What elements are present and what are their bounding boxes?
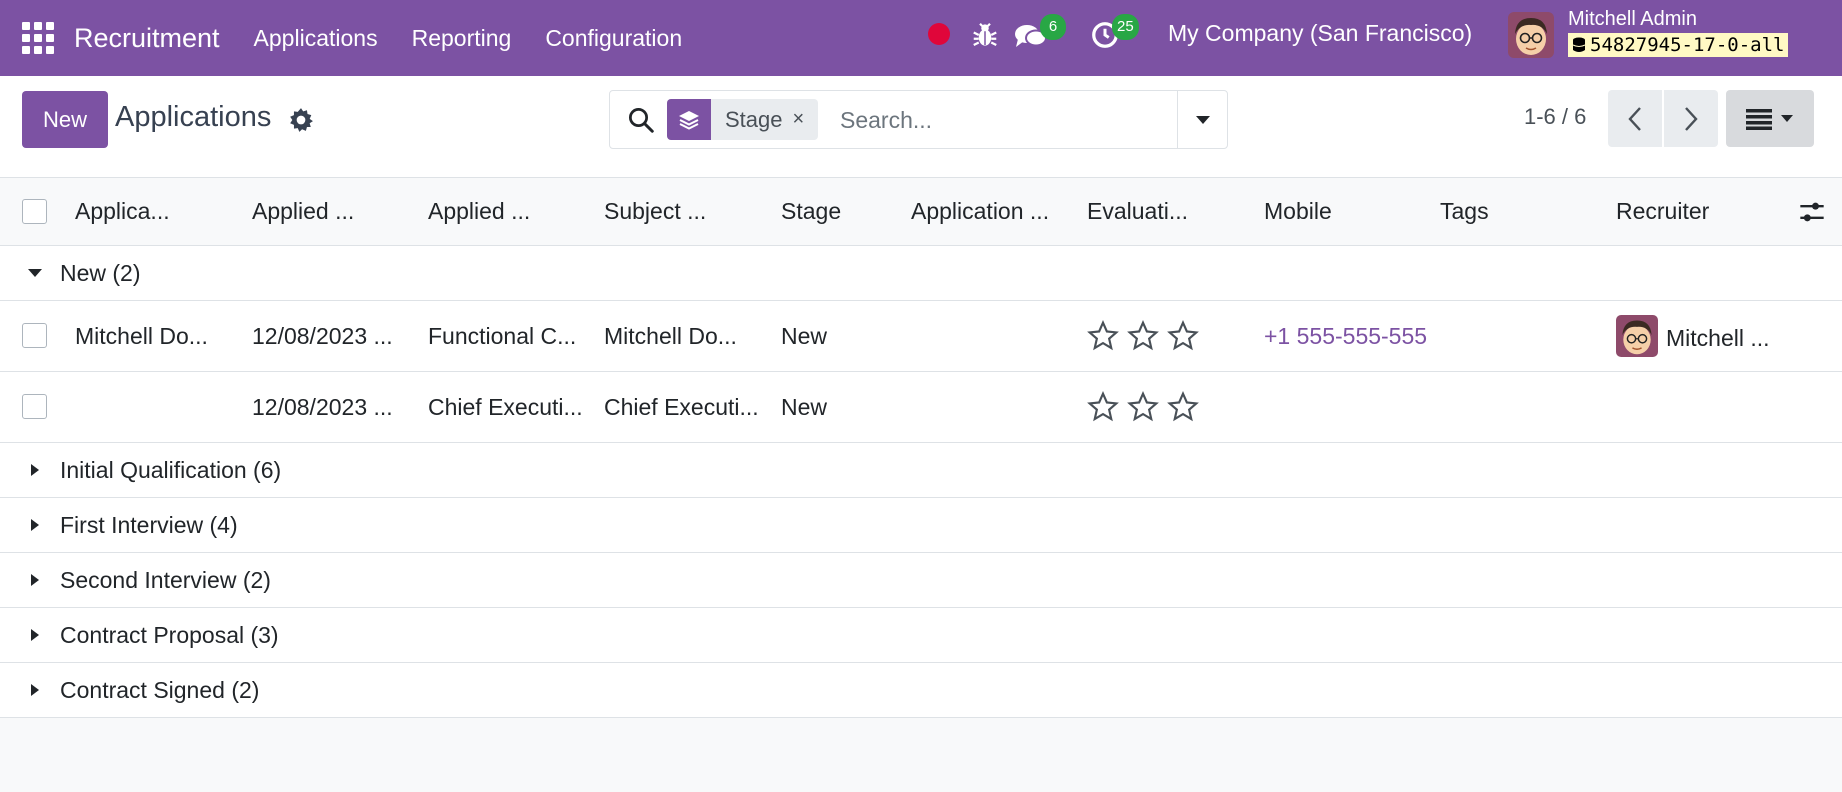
column-evaluation[interactable]: Evaluati...: [1087, 198, 1188, 225]
cell-applicant[interactable]: Mitchell Do...: [75, 323, 225, 350]
new-button[interactable]: New: [22, 91, 108, 148]
activities-count-badge: 25: [1112, 14, 1139, 40]
group-row[interactable]: Second Interview (2): [0, 553, 1842, 608]
group-label: Contract Proposal (3): [60, 622, 279, 648]
pager-next-button[interactable]: [1664, 90, 1718, 147]
evaluation-stars[interactable]: [1087, 320, 1199, 352]
group-row[interactable]: Contract Proposal (3): [0, 608, 1842, 663]
apps-menu-icon[interactable]: [22, 22, 54, 54]
column-applied-on[interactable]: Applied ...: [252, 198, 354, 225]
star-outline-icon[interactable]: [1087, 391, 1119, 423]
gear-icon[interactable]: [288, 107, 314, 133]
applications-list: Applica... Applied ... Applied ... Subje…: [0, 178, 1842, 718]
column-recruiter[interactable]: Recruiter: [1616, 198, 1709, 225]
user-avatar[interactable]: [1508, 12, 1554, 58]
groupby-facet[interactable]: Stage ×: [667, 99, 819, 140]
caret-right-icon: [31, 629, 39, 641]
search-options-toggle[interactable]: [1177, 91, 1227, 148]
column-applicant[interactable]: Applica...: [75, 198, 170, 225]
menu-applications[interactable]: Applications: [254, 25, 378, 52]
cell-applied-job[interactable]: Functional C...: [428, 323, 588, 350]
group-label: Second Interview (2): [60, 567, 271, 593]
cell-applied-on[interactable]: 12/08/2023 ...: [252, 323, 412, 350]
database-icon: [1572, 37, 1586, 52]
menu-reporting[interactable]: Reporting: [412, 25, 512, 52]
star-outline-icon[interactable]: [1087, 320, 1119, 352]
control-panel: New Applications Stage × Search... 1-6 /…: [0, 76, 1842, 178]
select-all-checkbox[interactable]: [22, 199, 47, 224]
cell-stage[interactable]: New: [781, 394, 827, 421]
caret-right-icon: [31, 574, 39, 586]
cell-subject[interactable]: Mitchell Do...: [604, 323, 764, 350]
top-navbar: Recruitment Applications Reporting Confi…: [0, 0, 1842, 76]
evaluation-stars[interactable]: [1087, 391, 1199, 423]
group-label: First Interview (4): [60, 512, 238, 538]
app-name[interactable]: Recruitment: [74, 23, 220, 54]
pager-value[interactable]: 1-6 / 6: [1524, 104, 1586, 130]
chevron-left-icon: [1628, 106, 1641, 131]
list-view-icon: [1746, 108, 1772, 130]
group-label: New (2): [60, 260, 141, 286]
facet-remove-icon[interactable]: ×: [793, 108, 819, 131]
empty-area: [0, 718, 1842, 792]
messages-count-badge: 6: [1040, 14, 1066, 40]
group-row[interactable]: Contract Signed (2): [0, 663, 1842, 718]
record-icon[interactable]: [928, 23, 950, 45]
cell-stage[interactable]: New: [781, 323, 827, 350]
search-bar: Stage ×: [609, 90, 1228, 149]
page-title: Applications: [115, 101, 272, 133]
column-tags[interactable]: Tags: [1440, 198, 1489, 225]
database-label: 54827945-17-0-all: [1590, 34, 1785, 56]
column-application-status[interactable]: Application ...: [911, 198, 1049, 225]
star-outline-icon[interactable]: [1127, 320, 1159, 352]
caret-down-icon: [28, 269, 42, 277]
row-checkbox[interactable]: [22, 394, 47, 419]
caret-down-icon: [1781, 115, 1793, 122]
recruiter-avatar: [1616, 315, 1658, 357]
menu-configuration[interactable]: Configuration: [545, 25, 682, 52]
table-row[interactable]: 12/08/2023 ... Chief Executi... Chief Ex…: [0, 372, 1842, 443]
caret-right-icon: [31, 464, 39, 476]
layers-icon: [667, 99, 711, 140]
star-outline-icon[interactable]: [1167, 391, 1199, 423]
database-name: 54827945-17-0-all: [1568, 33, 1789, 57]
column-subject[interactable]: Subject ...: [604, 198, 706, 225]
group-label: Initial Qualification (6): [60, 457, 282, 483]
search-input[interactable]: [840, 101, 1170, 139]
search-icon[interactable]: [626, 105, 656, 135]
table-header: Applica... Applied ... Applied ... Subje…: [0, 178, 1842, 246]
cell-subject[interactable]: Chief Executi...: [604, 394, 764, 421]
group-row[interactable]: New (2): [0, 246, 1842, 301]
table-row[interactable]: Mitchell Do... 12/08/2023 ... Functional…: [0, 301, 1842, 372]
group-row[interactable]: First Interview (4): [0, 498, 1842, 553]
caret-down-icon: [1195, 115, 1210, 124]
cell-applied-on[interactable]: 12/08/2023 ...: [252, 394, 412, 421]
chevron-right-icon: [1685, 106, 1698, 131]
facet-label: Stage: [725, 106, 783, 132]
caret-right-icon: [31, 519, 39, 531]
star-outline-icon[interactable]: [1167, 320, 1199, 352]
cell-applied-job[interactable]: Chief Executi...: [428, 394, 588, 421]
group-row[interactable]: Initial Qualification (6): [0, 443, 1842, 498]
cell-recruiter[interactable]: Mitchell ...: [1666, 325, 1786, 352]
cell-mobile[interactable]: +1 555-555-555: [1264, 323, 1432, 350]
column-mobile[interactable]: Mobile: [1264, 198, 1332, 225]
group-label: Contract Signed (2): [60, 677, 260, 703]
user-name[interactable]: Mitchell Admin: [1568, 8, 1697, 31]
company-switcher[interactable]: My Company (San Francisco): [1168, 20, 1472, 47]
pager-previous-button[interactable]: [1608, 90, 1662, 147]
list-view-switcher[interactable]: [1726, 90, 1814, 147]
debug-bug-icon[interactable]: [970, 20, 1000, 50]
column-applied-job[interactable]: Applied ...: [428, 198, 530, 225]
row-checkbox[interactable]: [22, 323, 47, 348]
star-outline-icon[interactable]: [1127, 391, 1159, 423]
column-stage[interactable]: Stage: [781, 198, 841, 225]
caret-right-icon: [31, 684, 39, 696]
optional-columns-icon[interactable]: [1798, 198, 1826, 226]
